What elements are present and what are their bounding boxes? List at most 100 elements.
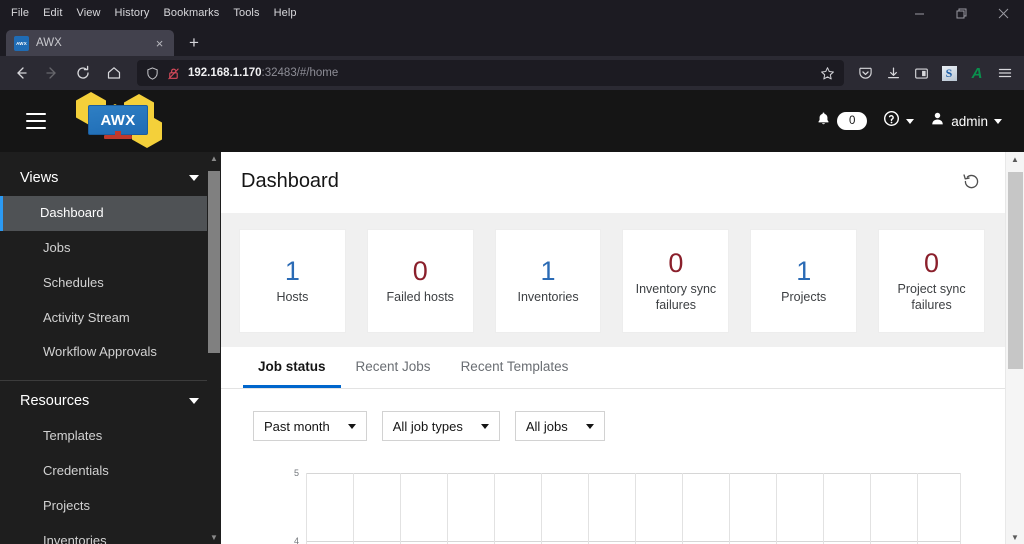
chevron-down-icon[interactable] bbox=[480, 423, 489, 429]
job-select[interactable]: All jobs bbox=[514, 411, 605, 441]
home-icon[interactable] bbox=[99, 59, 129, 87]
notifications-button[interactable]: 0 bbox=[810, 103, 873, 139]
main-scroll-up-icon[interactable]: ▲ bbox=[1006, 152, 1024, 166]
sidebar-item-schedules[interactable]: Schedules bbox=[0, 266, 221, 301]
main-scrollbar[interactable]: ▲ ▼ bbox=[1005, 152, 1024, 544]
app-menu-icon[interactable] bbox=[992, 60, 1018, 86]
extension-a-icon[interactable]: A bbox=[964, 60, 990, 86]
chevron-down-icon[interactable] bbox=[585, 423, 594, 429]
stat-value: 0 bbox=[412, 256, 428, 287]
main-scroll-track[interactable] bbox=[1006, 166, 1024, 530]
sidebar-item-templates[interactable]: Templates bbox=[0, 419, 221, 454]
window-controls bbox=[898, 0, 1024, 26]
extension-s-label: S bbox=[941, 65, 957, 81]
sidebar-item-dashboard[interactable]: Dashboard bbox=[0, 196, 221, 231]
tab-recent-jobs[interactable]: Recent Jobs bbox=[341, 347, 446, 388]
menu-tools[interactable]: Tools bbox=[226, 4, 266, 22]
stat-label: Projects bbox=[781, 289, 827, 304]
help-button[interactable] bbox=[877, 103, 920, 139]
awx-logo[interactable]: AWX bbox=[70, 92, 166, 150]
browser-menubar: File Edit View History Bookmarks Tools H… bbox=[0, 4, 304, 22]
minimize-icon[interactable] bbox=[898, 0, 940, 26]
sidebar-scrollbar[interactable]: ▲ ▼ bbox=[207, 152, 221, 544]
menu-help[interactable]: Help bbox=[267, 4, 304, 22]
browser-tabstrip: AWX AWX × + bbox=[0, 26, 1024, 56]
new-tab-button[interactable]: + bbox=[180, 30, 208, 56]
menu-history[interactable]: History bbox=[108, 4, 157, 22]
tab-job-status[interactable]: Job status bbox=[243, 347, 341, 388]
browser-navbar: 192.168.1.170:32483/#/home S A bbox=[0, 56, 1024, 90]
tab-title: AWX bbox=[36, 37, 62, 49]
period-select-value: Past month bbox=[264, 418, 330, 434]
chevron-down-icon[interactable] bbox=[347, 423, 356, 429]
sidebar-item-inventories[interactable]: Inventories bbox=[0, 524, 221, 544]
stat-value: 0 bbox=[668, 247, 684, 278]
user-chevron-down-icon[interactable] bbox=[994, 118, 1002, 124]
sidebar-scroll-thumb[interactable] bbox=[208, 171, 220, 353]
reload-icon[interactable] bbox=[68, 59, 98, 87]
downloads-icon[interactable] bbox=[880, 60, 906, 86]
sidebar-group-views[interactable]: Views bbox=[0, 160, 221, 196]
extension-s-icon[interactable]: S bbox=[936, 60, 962, 86]
stat-cards-row: 1 Hosts 0 Failed hosts 1 Inventories 0 I… bbox=[221, 213, 1005, 347]
sidebar-item-workflow-approvals[interactable]: Workflow Approvals bbox=[0, 335, 221, 370]
browser-titlebar: File Edit View History Bookmarks Tools H… bbox=[0, 0, 1024, 26]
sidebar-group-resources[interactable]: Resources bbox=[0, 383, 221, 419]
reader-view-icon[interactable] bbox=[908, 60, 934, 86]
history-refresh-icon[interactable] bbox=[962, 172, 981, 191]
awx-main-content: Dashboard 1 Hosts 0 Failed hosts 1 Inven… bbox=[221, 152, 1024, 544]
tab-favicon-icon: AWX bbox=[14, 35, 29, 51]
page-title: Dashboard bbox=[241, 170, 339, 192]
sidebar-scroll-down-icon[interactable]: ▼ bbox=[207, 531, 221, 544]
sidebar-scroll-up-icon[interactable]: ▲ bbox=[207, 152, 221, 165]
forward-arrow-icon[interactable] bbox=[37, 59, 67, 87]
chart-y-tick-labels: 5 4 bbox=[294, 468, 299, 544]
main-scroll-down-icon[interactable]: ▼ bbox=[1006, 530, 1024, 544]
browser-tab-awx[interactable]: AWX AWX × bbox=[6, 30, 174, 56]
stat-card-failed-hosts[interactable]: 0 Failed hosts bbox=[366, 229, 474, 333]
menu-file[interactable]: File bbox=[4, 4, 36, 22]
sidebar-item-activity-stream[interactable]: Activity Stream bbox=[0, 301, 221, 336]
stat-card-project-sync-failures[interactable]: 0 Project sync failures bbox=[878, 229, 985, 333]
user-menu-button[interactable]: admin bbox=[924, 103, 1008, 139]
page-header: Dashboard bbox=[221, 152, 1005, 213]
logo-stand-icon bbox=[104, 131, 132, 139]
chevron-down-icon[interactable] bbox=[189, 175, 199, 181]
tab-recent-templates[interactable]: Recent Templates bbox=[446, 347, 584, 388]
sidebar-scroll-track[interactable] bbox=[207, 165, 221, 531]
bookmark-star-icon[interactable] bbox=[820, 66, 835, 81]
job-type-select[interactable]: All job types bbox=[381, 411, 500, 441]
period-select[interactable]: Past month bbox=[253, 411, 367, 441]
insecure-lock-icon[interactable] bbox=[167, 67, 180, 80]
stat-card-inventories[interactable]: 1 Inventories bbox=[494, 229, 602, 333]
stat-label: Hosts bbox=[276, 289, 309, 304]
main-scroll-thumb[interactable] bbox=[1007, 172, 1023, 369]
url-path: :32483/#/home bbox=[261, 67, 339, 79]
stat-card-inventory-sync-failures[interactable]: 0 Inventory sync failures bbox=[622, 229, 730, 333]
help-chevron-down-icon[interactable] bbox=[906, 118, 915, 124]
stat-label: Project sync failures bbox=[897, 281, 966, 312]
tab-close-icon[interactable]: × bbox=[151, 35, 168, 52]
stat-card-projects[interactable]: 1 Projects bbox=[750, 229, 858, 333]
stat-card-hosts[interactable]: 1 Hosts bbox=[239, 229, 346, 333]
url-host: 192.168.1.170 bbox=[188, 67, 262, 79]
tracking-shield-icon[interactable] bbox=[146, 66, 159, 80]
y-tick-4: 4 bbox=[294, 536, 299, 544]
chevron-down-icon[interactable] bbox=[189, 398, 199, 405]
menu-edit[interactable]: Edit bbox=[36, 4, 69, 22]
url-text[interactable]: 192.168.1.170:32483/#/home bbox=[188, 67, 812, 79]
back-arrow-icon[interactable] bbox=[6, 59, 36, 87]
nav-toggle-icon[interactable] bbox=[16, 101, 56, 141]
favicon-label: AWX bbox=[16, 40, 27, 46]
sidebar-item-projects[interactable]: Projects bbox=[0, 489, 221, 524]
sidebar-item-jobs[interactable]: Jobs bbox=[0, 231, 221, 266]
chart-vertical-gridlines bbox=[306, 473, 961, 544]
close-icon[interactable] bbox=[982, 0, 1024, 26]
dashboard-tabs-panel: Job status Recent Jobs Recent Templates … bbox=[221, 347, 1005, 544]
pocket-icon[interactable] bbox=[852, 60, 878, 86]
sidebar-item-credentials[interactable]: Credentials bbox=[0, 454, 221, 489]
menu-bookmarks[interactable]: Bookmarks bbox=[156, 4, 226, 22]
menu-view[interactable]: View bbox=[69, 4, 107, 22]
restore-icon[interactable] bbox=[940, 0, 982, 26]
url-bar[interactable]: 192.168.1.170:32483/#/home bbox=[137, 60, 844, 86]
